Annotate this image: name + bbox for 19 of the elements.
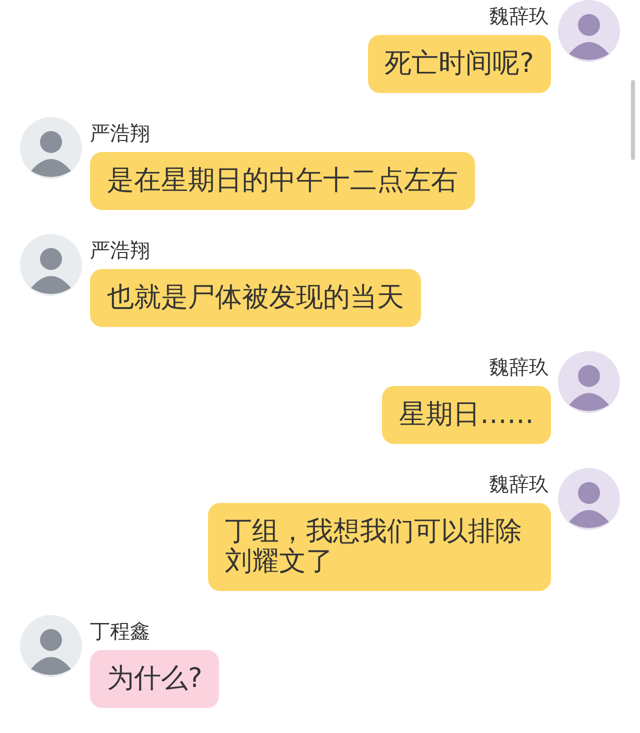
- avatar-icon[interactable]: [20, 234, 82, 296]
- avatar-icon[interactable]: [20, 117, 82, 179]
- message-bubble: 星期日……: [382, 386, 551, 444]
- message-bubble: 为什么?: [90, 650, 220, 708]
- message-bubble: 是在星期日的中午十二点左右: [90, 152, 475, 210]
- sender-name: 严浩翔: [90, 237, 150, 264]
- sender-name: 魏辞玖: [489, 3, 550, 30]
- avatar-icon[interactable]: [558, 0, 620, 62]
- message-bubble: 也就是尸体被发现的当天: [90, 269, 421, 327]
- sender-name: 严浩翔: [90, 120, 150, 147]
- sender-name: 魏辞玖: [489, 354, 550, 381]
- sender-name: 魏辞玖: [489, 471, 550, 498]
- avatar-icon[interactable]: [558, 351, 620, 413]
- avatar-icon[interactable]: [20, 615, 82, 677]
- message-bubble: 死亡时间呢?: [368, 35, 551, 93]
- sender-name: 丁程鑫: [90, 618, 150, 645]
- scrollbar[interactable]: [631, 80, 635, 160]
- avatar-icon[interactable]: [558, 468, 620, 530]
- message-bubble: 丁组，我想我们可以排除刘耀文了: [208, 503, 551, 591]
